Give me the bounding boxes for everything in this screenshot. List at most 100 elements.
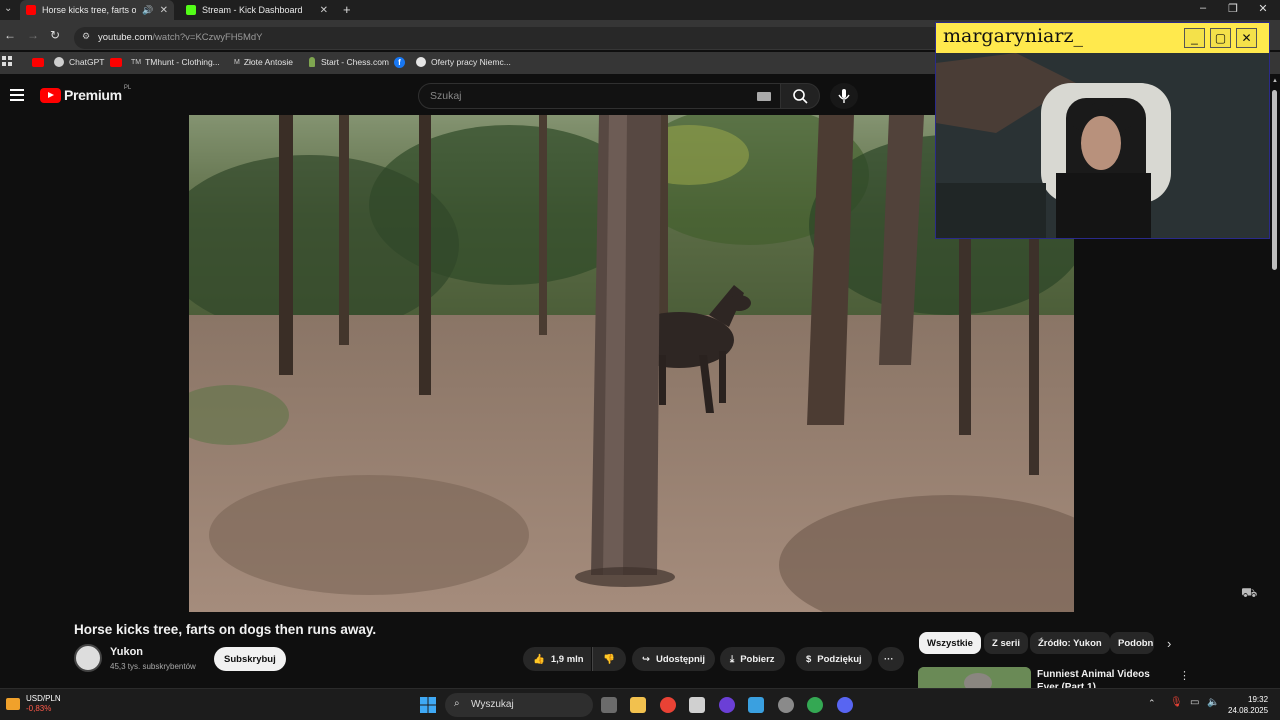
back-icon[interactable]: ← xyxy=(4,28,16,42)
youtube-play-icon xyxy=(40,87,61,103)
tab-youtube[interactable]: Horse kicks tree, farts on d 🔊 ✕ xyxy=(20,0,174,20)
like-button[interactable]: 👍 1,9 mln xyxy=(523,647,591,671)
scroll-up-icon[interactable]: ▲ xyxy=(1272,78,1278,84)
app-icon[interactable] xyxy=(748,697,764,713)
bookmark-label: Złote Antosie xyxy=(243,57,293,67)
chip-similar[interactable]: Podobn xyxy=(1110,632,1154,654)
chess-pawn-icon xyxy=(309,57,315,67)
search-icon: ⌕ xyxy=(454,698,460,709)
video-title: Horse kicks tree, farts on dogs then run… xyxy=(74,622,377,637)
close-tab-icon[interactable]: ✕ xyxy=(320,5,328,16)
address-bar[interactable]: ⚙ youtube.com/watch?v=KCzwyFH5MdY xyxy=(74,27,944,49)
logo-text: Premium xyxy=(64,87,122,103)
youtube-bookmark-icon[interactable] xyxy=(110,58,122,67)
page-scrollbar[interactable]: ▲ xyxy=(1270,76,1280,612)
restore-window-icon[interactable]: ❐ xyxy=(1223,2,1243,15)
chip-series[interactable]: Z serii xyxy=(984,632,1028,654)
taskbar-search[interactable]: ⌕ Wyszukaj xyxy=(445,693,593,717)
share-button[interactable]: ↪ Udostępnij xyxy=(632,647,716,671)
bookmark-chatgpt[interactable]: ChatGPT xyxy=(54,57,104,67)
youtube-favicon-icon xyxy=(26,5,36,15)
bookmark-oferty-pracy[interactable]: Oferty pracy Niemc... xyxy=(416,57,511,67)
chatgpt-icon xyxy=(54,57,64,67)
forward-icon[interactable]: → xyxy=(27,28,39,42)
chrome-icon[interactable] xyxy=(807,697,823,713)
close-tab-icon[interactable]: ✕ xyxy=(160,5,168,16)
scrollbar-thumb[interactable] xyxy=(1272,90,1277,270)
channel-avatar[interactable] xyxy=(74,644,102,672)
app-icon[interactable] xyxy=(689,697,705,713)
download-label: Pobierz xyxy=(740,653,775,665)
webcam-title-bar[interactable]: margaryniarz_ _ ▢ ✕ xyxy=(936,23,1269,53)
system-clock[interactable]: 19:32 24.08.2025 xyxy=(1228,694,1268,716)
tab-search-icon[interactable]: ⌄ xyxy=(4,3,12,14)
app-icon[interactable] xyxy=(719,697,735,713)
bookmark-label: Start - Chess.com xyxy=(321,57,390,67)
file-explorer-icon[interactable] xyxy=(630,697,646,713)
task-view-icon[interactable] xyxy=(601,697,617,713)
tab-kick-dashboard[interactable]: Stream - Kick Dashboard ✕ xyxy=(180,0,334,20)
search-placeholder: Szukaj xyxy=(430,90,462,102)
zlote-antosie-icon: M xyxy=(234,58,240,66)
network-icon[interactable]: ▭ xyxy=(1190,697,1199,708)
channel-name[interactable]: Yukon xyxy=(110,646,143,658)
dislike-button[interactable]: 👎 xyxy=(592,647,626,671)
audio-playing-icon[interactable]: 🔊 xyxy=(142,5,153,16)
microphone-icon xyxy=(838,89,850,103)
chip-all[interactable]: Wszystkie xyxy=(919,632,981,654)
maximize-icon[interactable]: ▢ xyxy=(1210,28,1231,48)
clock-time: 19:32 xyxy=(1248,695,1269,704)
chip-label: Źródło: Yukon xyxy=(1038,637,1102,649)
subscriber-count: 45,3 tys. subskrybentów xyxy=(110,662,196,671)
bookmark-label: ChatGPT xyxy=(69,57,105,67)
search-button[interactable] xyxy=(780,83,820,109)
chip-source[interactable]: Źródło: Yukon xyxy=(1030,632,1110,654)
keyboard-icon[interactable] xyxy=(757,92,771,101)
url-path: /watch?v=KCzwyFH5MdY xyxy=(152,32,263,43)
close-icon[interactable]: ✕ xyxy=(1236,28,1257,48)
recommended-thumbnail[interactable] xyxy=(918,667,1031,689)
webcam-overlay-window[interactable]: margaryniarz_ _ ▢ ✕ xyxy=(935,22,1270,239)
subscribe-label: Subskrybuj xyxy=(224,653,276,665)
like-count: 1,9 mln xyxy=(550,653,584,665)
url-text: youtube.com/watch?v=KCzwyFH5MdY xyxy=(98,32,262,43)
youtube-bookmark-icon[interactable] xyxy=(32,58,44,67)
recommended-menu-icon[interactable]: ⋮ xyxy=(1179,669,1190,682)
close-window-icon[interactable]: ✕ xyxy=(1253,2,1273,15)
minimize-window-icon[interactable]: – xyxy=(1193,2,1213,14)
weather-stock-widget[interactable]: USD/PLN -0,83% xyxy=(6,694,61,714)
more-actions-button[interactable]: ··· xyxy=(878,647,904,671)
download-button[interactable]: ⤓ Pobierz xyxy=(720,647,785,671)
microphone-icon[interactable]: 🎙 xyxy=(1170,697,1183,708)
tray-expand-icon[interactable]: ⌃ xyxy=(1148,698,1156,709)
thanks-button[interactable]: $ Podziękuj xyxy=(796,647,872,671)
clock-date: 24.08.2025 xyxy=(1228,706,1269,715)
new-tab-button[interactable]: + xyxy=(343,2,351,17)
cursor-icon: ⛟ xyxy=(1241,585,1258,600)
subscribe-button[interactable]: Subskrybuj xyxy=(214,647,286,671)
logo-region: PL xyxy=(123,85,132,91)
ticker-label: USD/PLN xyxy=(26,694,61,703)
apps-grid-icon[interactable] xyxy=(2,56,12,66)
youtube-premium-logo[interactable]: Premium PL xyxy=(40,85,132,103)
currency-icon xyxy=(6,698,20,710)
url-host: youtube.com xyxy=(98,32,153,43)
obs-icon[interactable] xyxy=(778,697,794,713)
bookmark-zlote-antosie[interactable]: M Złote Antosie xyxy=(234,57,293,67)
voice-search-button[interactable] xyxy=(830,83,858,109)
bookmark-chess[interactable]: Start - Chess.com xyxy=(309,57,389,67)
chip-next-icon[interactable]: › xyxy=(1167,636,1171,651)
volume-icon[interactable]: 🔈 xyxy=(1207,697,1219,708)
tab-label: Stream - Kick Dashboard xyxy=(202,5,303,15)
windows-start-icon[interactable] xyxy=(420,697,436,713)
search-input[interactable]: Szukaj xyxy=(418,83,782,109)
bookmark-tmhunt[interactable]: TM TMhunt - Clothing... xyxy=(131,57,220,67)
site-info-icon[interactable]: ⚙ xyxy=(82,31,90,42)
hamburger-menu-icon[interactable] xyxy=(10,89,24,101)
minimize-icon[interactable]: _ xyxy=(1184,28,1205,48)
discord-icon[interactable] xyxy=(837,697,853,713)
share-label: Udostępnij xyxy=(655,653,706,665)
chrome-icon[interactable] xyxy=(660,697,676,713)
reload-icon[interactable]: ↻ xyxy=(50,28,60,42)
facebook-bookmark-icon[interactable]: f xyxy=(394,57,405,68)
